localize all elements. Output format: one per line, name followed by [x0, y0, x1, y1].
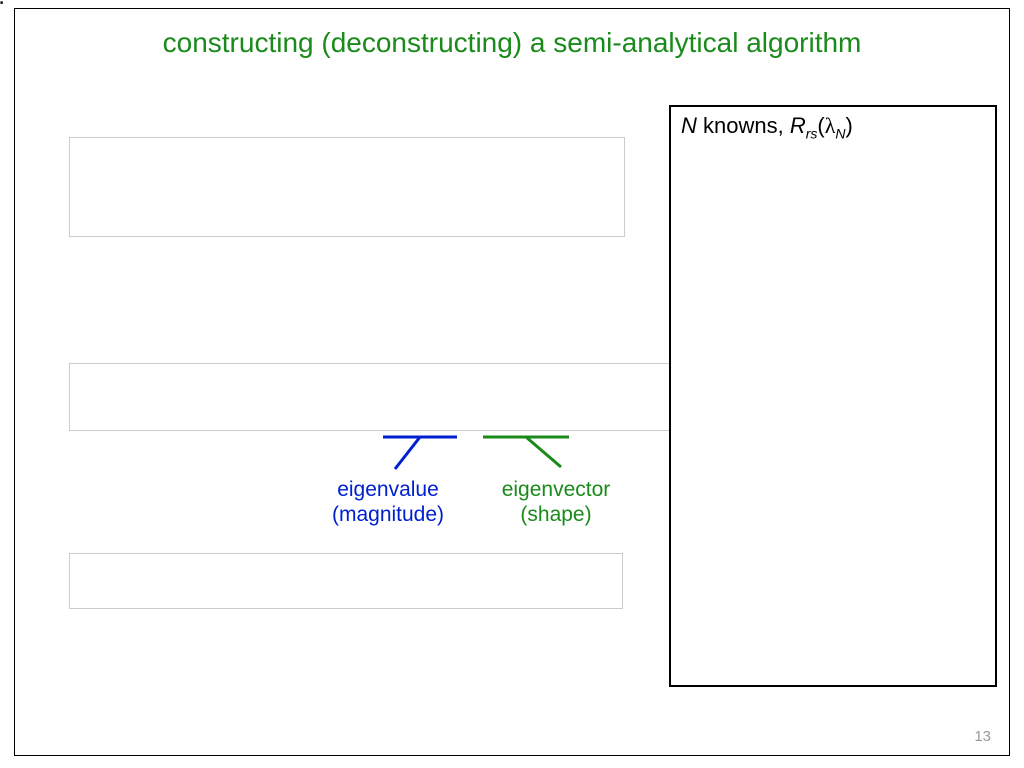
placeholder-box-3	[69, 553, 623, 609]
knowns-panel: N knowns, Rrs(λN)	[669, 105, 997, 687]
corner-mark: ■	[0, 0, 3, 6]
eigenvalue-dline	[395, 437, 420, 469]
eigenvector-l1: eigenvector	[481, 477, 631, 502]
paren-close: )	[846, 113, 853, 138]
var-N: N	[681, 113, 697, 138]
sub-N: N	[835, 125, 845, 141]
eigenvalue-label: eigenvalue (magnitude)	[313, 477, 463, 527]
sub-rs: rs	[806, 125, 818, 141]
eigenvalue-l1: eigenvalue	[313, 477, 463, 502]
knowns-text: N knowns, Rrs(λN)	[681, 113, 853, 141]
page-number: 13	[974, 728, 991, 745]
paren-open: (	[817, 113, 824, 138]
var-R: R	[790, 113, 806, 138]
eigenvector-dline	[526, 437, 561, 467]
slide-title: constructing (deconstructing) a semi-ana…	[15, 27, 1009, 59]
annotation-lines	[365, 429, 625, 479]
eigenvector-l2: (shape)	[481, 502, 631, 527]
text-knowns: knowns,	[697, 113, 790, 138]
lambda-symbol: λ	[825, 113, 836, 138]
placeholder-box-2	[69, 363, 679, 431]
eigenvalue-l2: (magnitude)	[313, 502, 463, 527]
placeholder-box-1	[69, 137, 625, 237]
eigenvector-label: eigenvector (shape)	[481, 477, 631, 527]
slide-frame: constructing (deconstructing) a semi-ana…	[14, 8, 1010, 756]
